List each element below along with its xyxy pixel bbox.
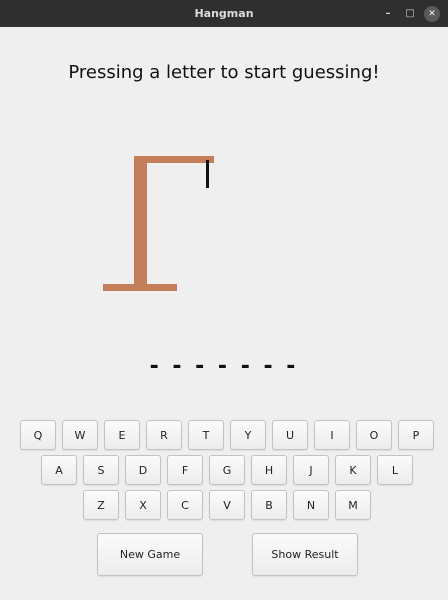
letter-key-r[interactable]: R [146, 420, 182, 450]
letter-key-e[interactable]: E [104, 420, 140, 450]
letter-key-k[interactable]: K [335, 455, 371, 485]
letter-key-g[interactable]: G [209, 455, 245, 485]
letter-key-a[interactable]: A [41, 455, 77, 485]
gallows-post [134, 156, 147, 286]
show-result-button[interactable]: Show Result [252, 533, 358, 576]
minimize-icon[interactable]: – [380, 6, 396, 22]
letter-key-t[interactable]: T [188, 420, 224, 450]
gallows-base [103, 284, 177, 291]
letter-key-v[interactable]: V [209, 490, 245, 520]
letter-key-q[interactable]: Q [20, 420, 56, 450]
letter-key-h[interactable]: H [251, 455, 287, 485]
letter-key-d[interactable]: D [125, 455, 161, 485]
letter-key-u[interactable]: U [272, 420, 308, 450]
letter-key-n[interactable]: N [293, 490, 329, 520]
letter-key-f[interactable]: F [167, 455, 203, 485]
letter-key-i[interactable]: I [314, 420, 350, 450]
new-game-button[interactable]: New Game [97, 533, 203, 576]
letter-key-b[interactable]: B [251, 490, 287, 520]
letter-key-p[interactable]: P [398, 420, 434, 450]
maximize-icon[interactable]: □ [402, 6, 418, 22]
gallows-beam [134, 156, 214, 163]
letter-key-m[interactable]: M [335, 490, 371, 520]
title-bar: Hangman – □ ✕ [0, 0, 448, 27]
letter-key-s[interactable]: S [83, 455, 119, 485]
gallows-rope [206, 160, 209, 188]
letter-key-x[interactable]: X [125, 490, 161, 520]
letter-key-w[interactable]: W [62, 420, 98, 450]
letter-key-z[interactable]: Z [83, 490, 119, 520]
close-icon[interactable]: ✕ [424, 5, 440, 22]
letter-key-j[interactable]: J [293, 455, 329, 485]
letter-key-l[interactable]: L [377, 455, 413, 485]
window-controls: – □ ✕ [380, 0, 440, 27]
letter-key-c[interactable]: C [167, 490, 203, 520]
status-message: Pressing a letter to start guessing! [68, 62, 380, 83]
window-title: Hangman [194, 7, 254, 20]
letter-key-o[interactable]: O [356, 420, 392, 450]
letter-key-y[interactable]: Y [230, 420, 266, 450]
word-blanks: - - - - - - - [149, 354, 299, 379]
